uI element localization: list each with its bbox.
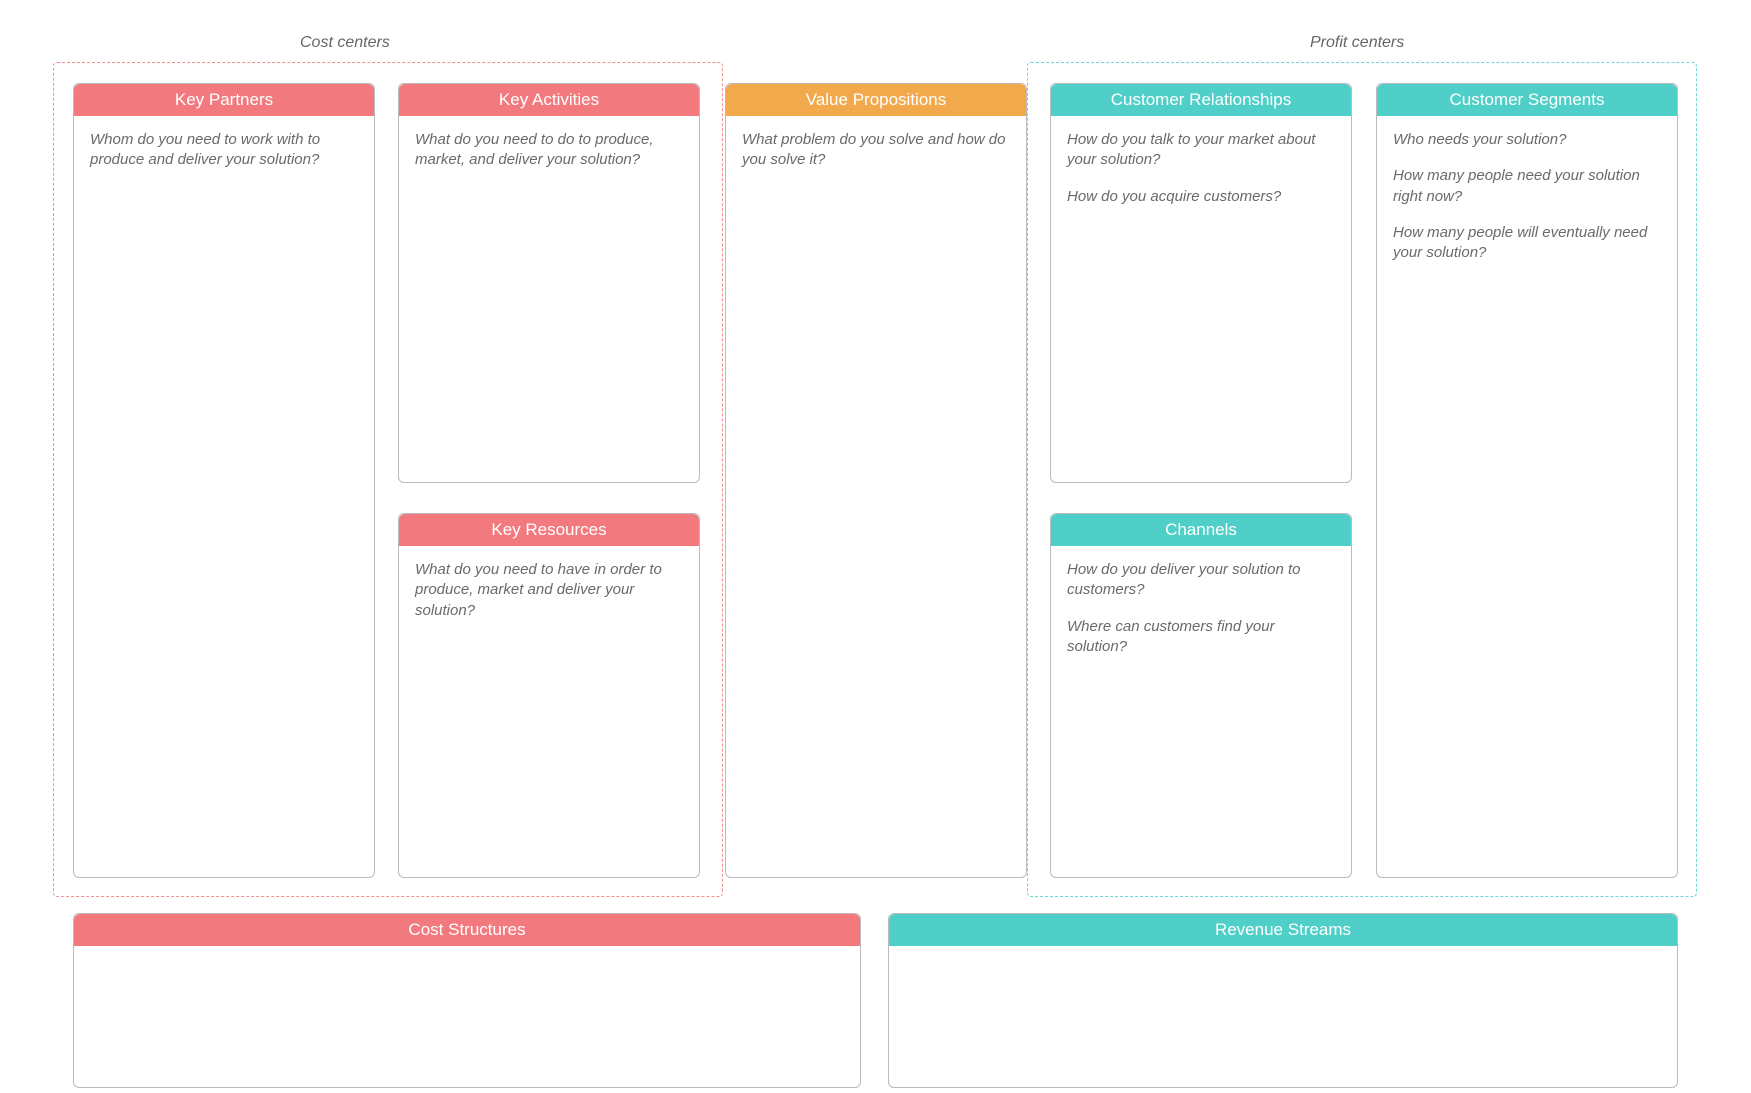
card-body: How do you talk to your market about you… xyxy=(1051,116,1351,221)
card-cost-structures[interactable]: Cost Structures xyxy=(73,913,861,1088)
card-body: Whom do you need to work with to produce… xyxy=(74,116,374,185)
prompt-text: How many people will eventually need you… xyxy=(1393,223,1661,264)
prompt-text: How do you acquire customers? xyxy=(1067,187,1335,207)
card-key-activities[interactable]: Key Activities What do you need to do to… xyxy=(398,83,700,483)
card-value-propositions[interactable]: Value Propositions What problem do you s… xyxy=(725,83,1027,878)
card-header: Customer Segments xyxy=(1377,84,1677,116)
card-customer-segments[interactable]: Customer Segments Who needs your solutio… xyxy=(1376,83,1678,878)
prompt-text: How many people need your solution right… xyxy=(1393,166,1661,207)
card-body: What do you need to have in order to pro… xyxy=(399,546,699,635)
prompt-text: Who needs your solution? xyxy=(1393,130,1661,150)
prompt-text: Where can customers find your solution? xyxy=(1067,617,1335,658)
card-customer-relationships[interactable]: Customer Relationships How do you talk t… xyxy=(1050,83,1352,483)
card-body: How do you deliver your solution to cust… xyxy=(1051,546,1351,671)
card-header: Channels xyxy=(1051,514,1351,546)
card-header: Cost Structures xyxy=(74,914,860,946)
card-revenue-streams[interactable]: Revenue Streams xyxy=(888,913,1678,1088)
card-key-resources[interactable]: Key Resources What do you need to have i… xyxy=(398,513,700,878)
card-header: Value Propositions xyxy=(726,84,1026,116)
prompt-text: How do you talk to your market about you… xyxy=(1067,130,1335,171)
card-body: What do you need to do to produce, marke… xyxy=(399,116,699,185)
prompt-text: What do you need to do to produce, marke… xyxy=(415,130,683,171)
card-header: Key Partners xyxy=(74,84,374,116)
cost-centers-label: Cost centers xyxy=(300,34,390,52)
card-body: What problem do you solve and how do you… xyxy=(726,116,1026,185)
prompt-text: How do you deliver your solution to cust… xyxy=(1067,560,1335,601)
card-body: Who needs your solution? How many people… xyxy=(1377,116,1677,277)
card-key-partners[interactable]: Key Partners Whom do you need to work wi… xyxy=(73,83,375,878)
card-header: Key Resources xyxy=(399,514,699,546)
prompt-text: What do you need to have in order to pro… xyxy=(415,560,683,621)
card-header: Revenue Streams xyxy=(889,914,1677,946)
card-body xyxy=(74,946,860,974)
prompt-text: Whom do you need to work with to produce… xyxy=(90,130,358,171)
card-body xyxy=(889,946,1677,974)
card-header: Customer Relationships xyxy=(1051,84,1351,116)
card-channels[interactable]: Channels How do you deliver your solutio… xyxy=(1050,513,1352,878)
card-header: Key Activities xyxy=(399,84,699,116)
prompt-text: What problem do you solve and how do you… xyxy=(742,130,1010,171)
profit-centers-label: Profit centers xyxy=(1310,34,1404,52)
